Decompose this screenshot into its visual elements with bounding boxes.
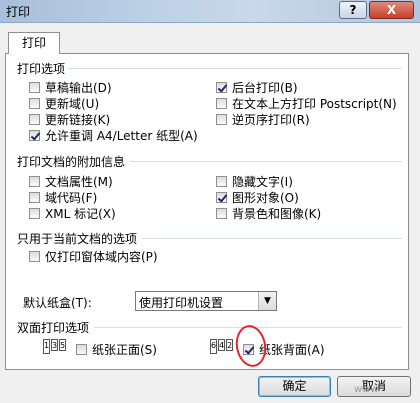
xml-tags-checkbox[interactable]: XML 标记(X) (29, 205, 116, 221)
page-icon: 4 (218, 339, 225, 351)
update-links-checkbox[interactable]: 更新链接(K) (29, 111, 110, 127)
postscript-over-text-checkbox[interactable]: 在文本上方打印 Postscript(N) (216, 95, 397, 111)
page-icon: 2 (226, 339, 233, 351)
checkbox-box[interactable] (216, 175, 227, 187)
checkbox-box[interactable] (29, 175, 40, 187)
checkbox-label: 在文本上方打印 Postscript(N) (232, 96, 397, 111)
checkbox-label: 更新链接(K) (45, 112, 111, 127)
update-fields-checkbox[interactable]: 更新域(U) (29, 95, 99, 111)
checkbox-label: XML 标记(X) (45, 206, 116, 221)
checkbox-label: 纸张正面(S) (92, 342, 157, 357)
page-icon: 5 (59, 339, 66, 351)
checkbox-label: 图形对象(O) (232, 190, 299, 205)
section-divider (68, 68, 402, 69)
duplex-title: 双面打印选项 (17, 321, 90, 335)
print-form-data-checkbox[interactable]: 仅打印窗体域内容(P) (29, 248, 158, 264)
watermark-text: www (354, 384, 379, 395)
section-divider (142, 238, 402, 239)
current-doc-title: 只用于当前文档的选项 (17, 232, 138, 246)
checkbox-box[interactable] (216, 191, 227, 203)
document-properties-checkbox[interactable]: 文档属性(M) (29, 173, 113, 189)
background-colors-checkbox[interactable]: 背景色和图像(K) (216, 205, 321, 221)
section-divider (130, 161, 402, 162)
back-pages-icon: 6 4 2 (210, 339, 233, 354)
checkbox-box[interactable] (216, 97, 227, 109)
checkbox-label: 域代码(F) (45, 190, 98, 205)
tab-print[interactable]: 打印 (8, 32, 60, 54)
checkbox-box[interactable] (29, 207, 40, 219)
checkbox-box[interactable] (216, 113, 227, 125)
checkbox-label: 文档属性(M) (45, 174, 113, 189)
drawing-objects-checkbox[interactable]: 图形对象(O) (216, 189, 299, 205)
chevron-down-icon[interactable]: ▼ (258, 292, 276, 310)
reverse-order-checkbox[interactable]: 逆页序打印(R) (216, 111, 310, 127)
checkbox-box[interactable] (29, 250, 40, 262)
default-tray-label: 默认纸盒(T): (23, 296, 92, 310)
checkbox-box[interactable] (216, 207, 227, 219)
checkbox-label: 隐藏文字(I) (232, 174, 293, 189)
background-print-checkbox[interactable]: 后台打印(B) (216, 79, 298, 95)
checkbox-box[interactable] (243, 343, 254, 355)
checkbox-box[interactable] (29, 81, 40, 93)
draft-output-checkbox[interactable]: 草稿输出(D) (29, 79, 112, 95)
field-codes-checkbox[interactable]: 域代码(F) (29, 189, 97, 205)
title-bar: 打印 ? X (0, 0, 420, 23)
checkbox-label: 更新域(U) (45, 96, 100, 111)
page-icon: 6 (210, 339, 217, 354)
allow-a4-letter-checkbox[interactable]: 允许重调 A4/Letter 纸型(A) (29, 127, 198, 143)
checkbox-label: 仅打印窗体域内容(P) (45, 249, 158, 264)
checkbox-label: 背景色和图像(K) (232, 206, 322, 221)
window-title: 打印 (6, 5, 31, 19)
page-icon: 1 (43, 339, 50, 354)
ok-button[interactable]: 确定 (258, 376, 331, 397)
section-divider (94, 327, 402, 328)
print-options-dialog: 打印 ? X 打印 打印选项 草稿输出(D) 更新域(U) 更新链接(K) 允许… (0, 0, 420, 403)
checkbox-box[interactable] (76, 343, 87, 355)
additional-info-title: 打印文档的附加信息 (17, 155, 126, 169)
front-pages-icon: 1 3 5 (43, 339, 66, 354)
checkbox-box[interactable] (29, 113, 40, 125)
checkbox-box[interactable] (216, 81, 227, 93)
hidden-text-checkbox[interactable]: 隐藏文字(I) (216, 173, 293, 189)
default-tray-select[interactable]: 使用打印机设置 ▼ (135, 291, 277, 311)
checkbox-label: 允许重调 A4/Letter 纸型(A) (45, 128, 198, 143)
checkbox-label: 草稿输出(D) (45, 80, 112, 95)
help-button[interactable]: ? (339, 1, 367, 19)
checkbox-label: 后台打印(B) (232, 80, 298, 95)
default-tray-value: 使用打印机设置 (139, 296, 224, 310)
print-options-title: 打印选项 (17, 62, 66, 76)
print-front-checkbox[interactable]: 纸张正面(S) (76, 341, 157, 357)
page-icon: 3 (51, 339, 58, 351)
checkbox-label: 逆页序打印(R) (232, 112, 310, 127)
print-back-checkbox[interactable]: 纸张背面(A) (243, 341, 325, 357)
checkbox-box[interactable] (29, 129, 40, 141)
checkbox-box[interactable] (29, 97, 40, 109)
checkbox-label: 纸张背面(A) (259, 342, 325, 357)
checkbox-box[interactable] (29, 191, 40, 203)
close-button[interactable]: X (369, 1, 414, 19)
